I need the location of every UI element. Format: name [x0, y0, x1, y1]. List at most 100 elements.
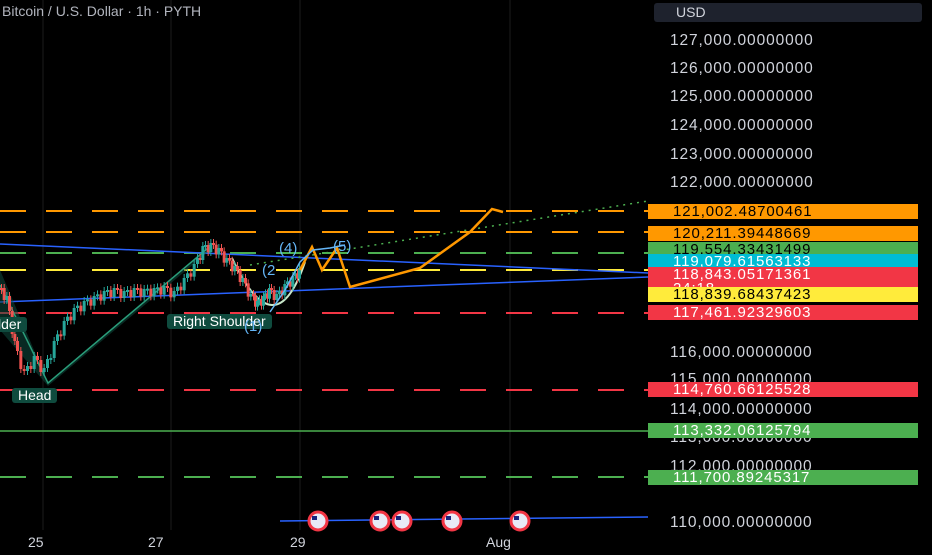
- candle-body: [212, 243, 215, 245]
- candle-body: [220, 248, 223, 252]
- candle-body: [230, 260, 234, 272]
- flag-canton: [374, 516, 379, 520]
- candle-body: [69, 316, 73, 321]
- wave-label-4: (4): [279, 240, 298, 257]
- candle-body: [72, 308, 76, 321]
- candle-body: [112, 288, 116, 297]
- price-tag-114760: 114,760.66125528: [648, 382, 918, 397]
- candle-body: [270, 288, 273, 290]
- candle-body: [182, 278, 186, 291]
- flag-canton: [514, 516, 519, 520]
- candle-body: [246, 283, 250, 297]
- flag-canton: [396, 516, 401, 520]
- candle-body: [46, 359, 49, 368]
- candle-body: [176, 286, 179, 291]
- candle-body: [2, 288, 6, 300]
- candle-body: [209, 243, 213, 252]
- price-chart[interactable]: [0, 0, 649, 550]
- candle-body: [196, 258, 199, 264]
- candle-body: [66, 316, 69, 321]
- candle-body: [149, 288, 153, 297]
- candle-body: [249, 294, 253, 297]
- chart-area[interactable]: Bitcoin / U.S. Dollar · 1h · PYTH lder H…: [0, 0, 649, 550]
- candle-body: [222, 251, 226, 263]
- candle-body: [142, 289, 146, 297]
- candle-body: [275, 294, 279, 300]
- candle-body: [272, 290, 276, 300]
- candle-body: [179, 286, 183, 291]
- candle-body: [169, 287, 173, 298]
- price-tag-120211: 120,211.39448669: [648, 226, 918, 241]
- candle-body: [236, 266, 239, 270]
- candle-body: [186, 273, 189, 278]
- tick-116000: 116,000.00000000: [670, 344, 813, 361]
- candle-body: [106, 290, 109, 292]
- candle-body: [89, 299, 93, 306]
- candle-body: [8, 296, 11, 311]
- candle-body: [162, 286, 166, 295]
- chart-title: Bitcoin / U.S. Dollar · 1h · PYTH: [2, 3, 202, 19]
- candle-body: [116, 288, 119, 290]
- tick-127000: 127,000.00000000: [670, 32, 814, 49]
- price-tag-113332: 113,332.06125794: [648, 423, 918, 438]
- candle-body: [102, 291, 106, 301]
- candle-body: [122, 291, 126, 298]
- candle-body: [129, 290, 133, 297]
- x-label-25: 25: [28, 534, 44, 550]
- candle-body: [86, 299, 89, 302]
- candlesticks: [0, 239, 301, 376]
- us-flag-event-icon: [441, 510, 463, 532]
- candle-body: [76, 305, 79, 308]
- candle-body: [126, 290, 129, 292]
- candle-body: [244, 278, 247, 284]
- candle-body: [252, 294, 255, 297]
- candle-body: [146, 288, 149, 291]
- x-label-29: 29: [290, 534, 306, 550]
- candle-body: [119, 289, 123, 298]
- us-flag-event-icon: [509, 510, 531, 532]
- candle-body: [52, 341, 56, 358]
- price-tag-118839: 118,839.68437423: [648, 287, 918, 302]
- price-tag-121002: 121,002.48700461: [648, 204, 918, 219]
- candle-body: [139, 288, 143, 297]
- price-tag-111700: 111,700.89245317: [648, 470, 918, 485]
- left-shoulder-label: lder: [0, 317, 28, 332]
- candle-body: [36, 356, 39, 360]
- candle-body: [217, 248, 221, 255]
- x-label-aug: Aug: [486, 534, 511, 550]
- candle-body: [172, 291, 176, 298]
- candle-body: [59, 334, 63, 337]
- candle-body: [56, 334, 59, 341]
- candle-body: [42, 368, 46, 372]
- us-flag-event-icon: [307, 510, 329, 532]
- candle-body: [109, 290, 113, 297]
- candle-body: [96, 294, 99, 297]
- candle-body: [189, 273, 193, 277]
- candle-body: [16, 341, 19, 351]
- flag-canton: [446, 516, 451, 520]
- candle-body: [29, 366, 33, 369]
- candle-body: [49, 358, 53, 360]
- candle-body: [206, 245, 210, 252]
- candle-body: [192, 264, 196, 277]
- wave-label-2: (2: [262, 262, 276, 279]
- candle-body: [5, 296, 9, 300]
- candle-body: [82, 301, 86, 312]
- head-label: Head: [12, 388, 58, 403]
- tick-110000: 110,000.00000000: [670, 514, 813, 531]
- candle-body: [198, 258, 202, 260]
- grid: [42, 0, 511, 530]
- tick-122000: 122,000.00000000: [670, 174, 814, 191]
- candle-body: [256, 301, 259, 307]
- currency-button[interactable]: USD: [654, 3, 922, 22]
- candle-body: [166, 286, 169, 288]
- tick-125000: 125,000.00000000: [670, 88, 814, 105]
- candle-body: [39, 360, 43, 372]
- tick-124000: 124,000.00000000: [670, 117, 814, 134]
- us-flag-event-icon: [369, 510, 391, 532]
- candle-body: [241, 278, 245, 282]
- candle-body: [136, 288, 139, 290]
- wave-label-5: (5): [333, 238, 352, 255]
- candle-body: [262, 296, 265, 306]
- candle-body: [92, 296, 96, 306]
